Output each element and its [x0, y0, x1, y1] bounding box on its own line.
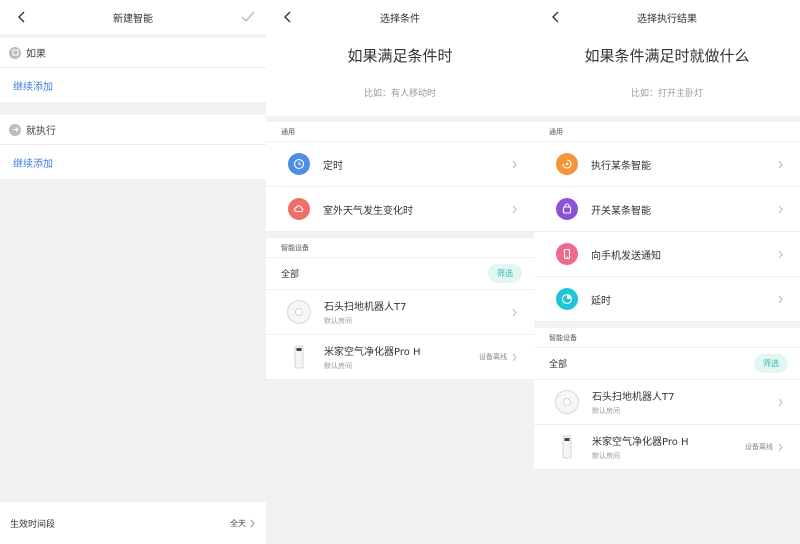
- chevron-right-icon: [512, 353, 517, 361]
- chevron-right-icon: [512, 160, 517, 168]
- filter-button[interactable]: 筛选: [488, 264, 522, 283]
- back-icon[interactable]: [16, 11, 28, 23]
- chevron-right-icon: [512, 308, 517, 316]
- page-title: 选择执行结果: [637, 13, 697, 25]
- back-icon[interactable]: [282, 11, 294, 23]
- chevron-right-icon: [778, 295, 783, 303]
- page-title: 选择条件: [380, 13, 420, 25]
- weather-icon: [288, 198, 310, 220]
- then-add-link[interactable]: 继续添加: [0, 145, 266, 179]
- hero: 如果满足条件时 比如：有人移动时: [266, 34, 534, 116]
- chevron-right-icon: [778, 398, 783, 406]
- chevron-right-icon: [778, 205, 783, 213]
- device-filter-row: 全部 筛选: [266, 258, 534, 290]
- device-name: 石头扫地机器人T7: [592, 392, 675, 403]
- device-room: 默认房间: [324, 317, 352, 325]
- arrow-right-icon: [9, 123, 21, 136]
- select-condition-panel: 选择条件 如果满足条件时 比如：有人移动时 通用 定时 室外天气发生变化时 智能…: [266, 0, 534, 544]
- device-row-vacuum[interactable]: 石头扫地机器人T7 默认房间: [266, 290, 534, 335]
- chevron-right-icon: [778, 250, 783, 258]
- hero-heading: 如果满足条件时: [347, 47, 453, 65]
- navbar: 选择条件: [266, 0, 534, 34]
- action-phone-notify-label: 向手机发送通知: [591, 250, 661, 262]
- condition-timer-row[interactable]: 定时: [266, 142, 534, 187]
- device-room: 默认房间: [324, 362, 352, 370]
- if-add-link[interactable]: 继续添加: [0, 68, 266, 102]
- hero-heading: 如果条件满足时就做什么: [584, 47, 750, 65]
- filter-all-label: 全部: [549, 360, 568, 370]
- navbar: 选择执行结果: [534, 0, 800, 34]
- device-row-purifier[interactable]: 米家空气净化器Pro H 默认房间 设备离线: [266, 335, 534, 380]
- select-action-panel: 选择执行结果 如果条件满足时就做什么 比如：打开主卧灯 通用 执行某条智能 开关…: [534, 0, 800, 544]
- page-title: 新建智能: [113, 13, 153, 25]
- device-offline-status: 设备离线: [479, 353, 507, 361]
- group-devices-label: 智能设备: [266, 238, 534, 258]
- action-phone-notify-row[interactable]: 向手机发送通知: [534, 232, 800, 277]
- vacuum-robot-icon: [286, 299, 312, 325]
- action-delay-label: 延时: [591, 295, 611, 307]
- condition-weather-row[interactable]: 室外天气发生变化时: [266, 187, 534, 232]
- action-delay-row[interactable]: 延时: [534, 277, 800, 322]
- back-icon[interactable]: [550, 11, 562, 23]
- hero-hint: 比如：打开主卧灯: [630, 89, 703, 99]
- action-toggle-scene-label: 开关某条智能: [591, 205, 651, 217]
- chevron-right-icon: [512, 205, 517, 213]
- chevron-right-icon: [778, 443, 783, 451]
- condition-weather-label: 室外天气发生变化时: [323, 205, 413, 217]
- device-room: 默认房间: [592, 407, 620, 415]
- run-scene-icon: [556, 153, 578, 175]
- hero: 如果条件满足时就做什么 比如：打开主卧灯: [534, 34, 800, 116]
- effective-period-value: 全天: [230, 518, 246, 528]
- if-section-header: 如果: [0, 38, 266, 68]
- phone-notify-icon: [556, 243, 578, 265]
- toggle-scene-icon: [556, 198, 578, 220]
- device-name: 米家空气净化器Pro H: [324, 347, 421, 358]
- if-icon: [9, 46, 21, 59]
- action-run-scene-row[interactable]: 执行某条智能: [534, 142, 800, 187]
- confirm-check-icon[interactable]: [240, 9, 256, 25]
- vacuum-robot-icon: [554, 389, 580, 415]
- delay-icon: [556, 288, 578, 310]
- group-devices-label: 智能设备: [534, 328, 800, 348]
- chevron-right-icon: [250, 519, 255, 527]
- hero-hint: 比如：有人移动时: [363, 89, 436, 99]
- then-label: 就执行: [26, 126, 56, 137]
- condition-timer-label: 定时: [323, 160, 343, 172]
- device-name: 米家空气净化器Pro H: [592, 437, 689, 448]
- air-purifier-icon: [286, 344, 312, 370]
- group-general-label: 通用: [534, 122, 800, 142]
- device-row-purifier[interactable]: 米家空气净化器Pro H 默认房间 设备离线: [534, 425, 800, 470]
- action-toggle-scene-row[interactable]: 开关某条智能: [534, 187, 800, 232]
- device-name: 石头扫地机器人T7: [324, 302, 407, 313]
- device-room: 默认房间: [592, 452, 620, 460]
- device-row-vacuum[interactable]: 石头扫地机器人T7 默认房间: [534, 380, 800, 425]
- action-run-scene-label: 执行某条智能: [591, 160, 651, 172]
- filter-button[interactable]: 筛选: [754, 354, 788, 373]
- if-label: 如果: [26, 49, 46, 60]
- chevron-right-icon: [778, 160, 783, 168]
- filter-all-label: 全部: [281, 270, 300, 280]
- group-general-label: 通用: [266, 122, 534, 142]
- then-section-header: 就执行: [0, 115, 266, 145]
- device-offline-status: 设备离线: [745, 443, 773, 451]
- air-purifier-icon: [554, 434, 580, 460]
- effective-period-row[interactable]: 生效时间段 全天: [0, 502, 266, 544]
- effective-period-label: 生效时间段: [10, 519, 56, 530]
- new-automation-panel: 新建智能 如果 继续添加 就执行 继续添加 生效时间段 全天: [0, 0, 266, 544]
- navbar: 新建智能: [0, 0, 266, 34]
- clock-icon: [288, 153, 310, 175]
- device-filter-row: 全部 筛选: [534, 348, 800, 380]
